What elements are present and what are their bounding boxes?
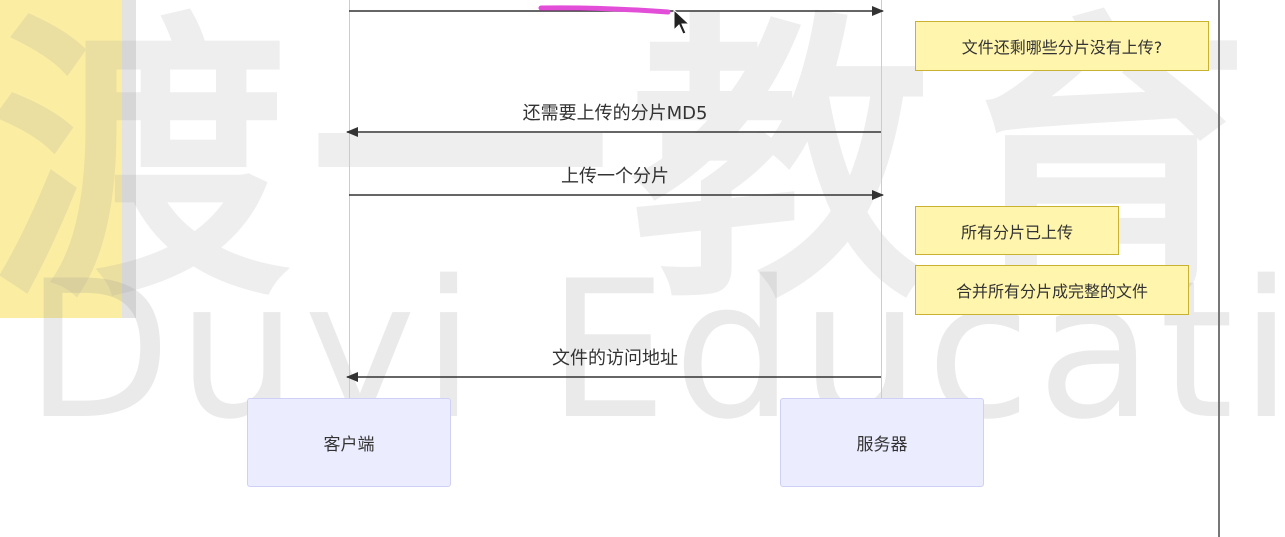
message-label-md5: 还需要上传的分片MD5 (522, 103, 708, 124)
mouse-cursor-icon (673, 8, 691, 35)
note-remaining-chunks: 文件还剩哪些分片没有上传? (915, 21, 1209, 71)
message-label-file-url: 文件的访问地址 (552, 348, 678, 369)
message-label-upload-chunk: 上传一个分片 (561, 166, 669, 187)
note-merge-chunks: 合并所有分片成完整的文件 (915, 265, 1189, 315)
actor-server: 服务器 (780, 398, 984, 487)
note-all-uploaded: 所有分片已上传 (915, 206, 1119, 255)
frame-right-border (1218, 0, 1220, 537)
actor-client: 客户端 (247, 398, 451, 487)
